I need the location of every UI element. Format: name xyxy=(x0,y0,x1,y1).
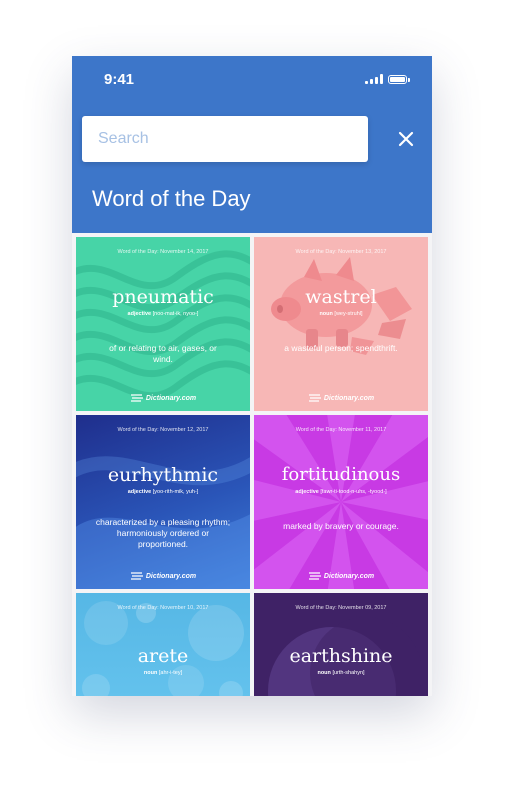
card-pronunciation: noun [ahr-i-tey] xyxy=(76,670,250,676)
card-word: fortitudinous xyxy=(281,464,401,485)
phone-screen: 9:41 Word of the Day xyxy=(72,56,432,696)
piggy-bank-image xyxy=(271,257,412,355)
brand-logo: Dictionary.com xyxy=(254,571,428,581)
brand-name: Dictionary.com xyxy=(145,394,197,402)
dictionary-logo-icon xyxy=(130,572,143,580)
card-date: Word of the Day: November 12, 2017 xyxy=(117,427,209,433)
pronunciation-text: [wey-struhl] xyxy=(334,311,363,317)
brand-logo: Dictionary.com xyxy=(254,393,428,403)
part-of-speech: noun xyxy=(143,670,158,676)
dictionary-logo-icon xyxy=(308,572,321,580)
signal-icon xyxy=(365,74,383,84)
search-box[interactable] xyxy=(82,116,368,162)
card-word: pneumatic xyxy=(112,286,214,308)
status-indicators xyxy=(365,74,410,84)
word-card-arete[interactable]: Word of the Day: November 10, 2017 arete… xyxy=(76,593,250,696)
card-word: arete xyxy=(137,645,189,667)
card-definition: characterized by a pleasing rhythm; harm… xyxy=(95,517,231,549)
pronunciation-text: [ahr-i-tey] xyxy=(158,670,183,676)
part-of-speech: adjective xyxy=(295,489,319,495)
word-grid: Word of the Day: November 14, 2017 pneum… xyxy=(76,237,428,696)
card-pronunciation: adjective [fawr-ti-tood-n-uhs, -tyood-] xyxy=(254,489,428,495)
card-date: Word of the Day: November 10, 2017 xyxy=(117,605,209,611)
part-of-speech: adjective xyxy=(127,489,152,495)
card-definition: a wasteful person; spendthrift. xyxy=(284,343,398,353)
pronunciation-text: [fawr-ti-tood-n-uhs, -tyood-] xyxy=(320,489,387,495)
card-date: Word of the Day: November 13, 2017 xyxy=(295,249,387,255)
card-date: Word of the Day: November 11, 2017 xyxy=(295,427,387,433)
pronunciation-text: [yoo-rith-mik, yuh-] xyxy=(152,489,199,495)
brand-name: Dictionary.com xyxy=(323,572,375,580)
card-pronunciation: noun [wey-struhl] xyxy=(254,311,428,317)
app-header: 9:41 Word of the Day xyxy=(72,56,432,233)
card-pronunciation: adjective [yoo-rith-mik, yuh-] xyxy=(76,489,250,495)
search-input[interactable] xyxy=(82,116,368,162)
card-word: wastrel xyxy=(305,286,377,308)
word-card-eurhythmic[interactable]: Word of the Day: November 12, 2017 eurhy… xyxy=(76,415,250,589)
close-icon xyxy=(398,131,414,147)
card-date: Word of the Day: November 14, 2017 xyxy=(117,249,209,255)
dictionary-logo-icon xyxy=(308,394,321,402)
page-title: Word of the Day xyxy=(92,186,251,211)
word-card-earthshine[interactable]: Word of the Day: November 09, 2017 earth… xyxy=(254,593,428,696)
card-pronunciation: noun [urth-shahyn] xyxy=(254,670,428,676)
card-word: eurhythmic xyxy=(107,464,219,486)
word-card-fortitudinous[interactable]: Word of the Day: November 11, 2017 forti… xyxy=(254,415,428,589)
card-pronunciation: adjective [noo-mat-ik, nyoo-] xyxy=(76,311,250,317)
dictionary-logo-icon xyxy=(130,394,143,402)
pronunciation-text: [urth-shahyn] xyxy=(332,670,365,676)
brand-logo: Dictionary.com xyxy=(76,571,250,581)
pronunciation-text: [noo-mat-ik, nyoo-] xyxy=(152,311,199,317)
part-of-speech: adjective xyxy=(127,311,152,317)
wave-pattern xyxy=(76,250,250,400)
close-button[interactable] xyxy=(394,127,418,151)
status-time: 9:41 xyxy=(104,71,135,88)
card-word: earthshine xyxy=(289,645,393,667)
battery-icon xyxy=(388,74,410,84)
card-definition: of or relating to air, gases, or wind. xyxy=(109,343,217,364)
card-date: Word of the Day: November 09, 2017 xyxy=(295,605,387,611)
part-of-speech: noun xyxy=(317,670,331,676)
brand-logo: Dictionary.com xyxy=(76,393,250,403)
word-card-wastrel[interactable]: Word of the Day: November 13, 2017 wastr… xyxy=(254,237,428,411)
blue-swirl-background xyxy=(76,456,250,589)
brand-name: Dictionary.com xyxy=(323,394,375,402)
sunburst-background xyxy=(254,415,428,589)
part-of-speech: noun xyxy=(319,311,333,317)
word-card-pneumatic[interactable]: Word of the Day: November 14, 2017 pneum… xyxy=(76,237,250,411)
card-definition: marked by bravery or courage. xyxy=(283,521,399,531)
brand-name: Dictionary.com xyxy=(145,572,197,580)
